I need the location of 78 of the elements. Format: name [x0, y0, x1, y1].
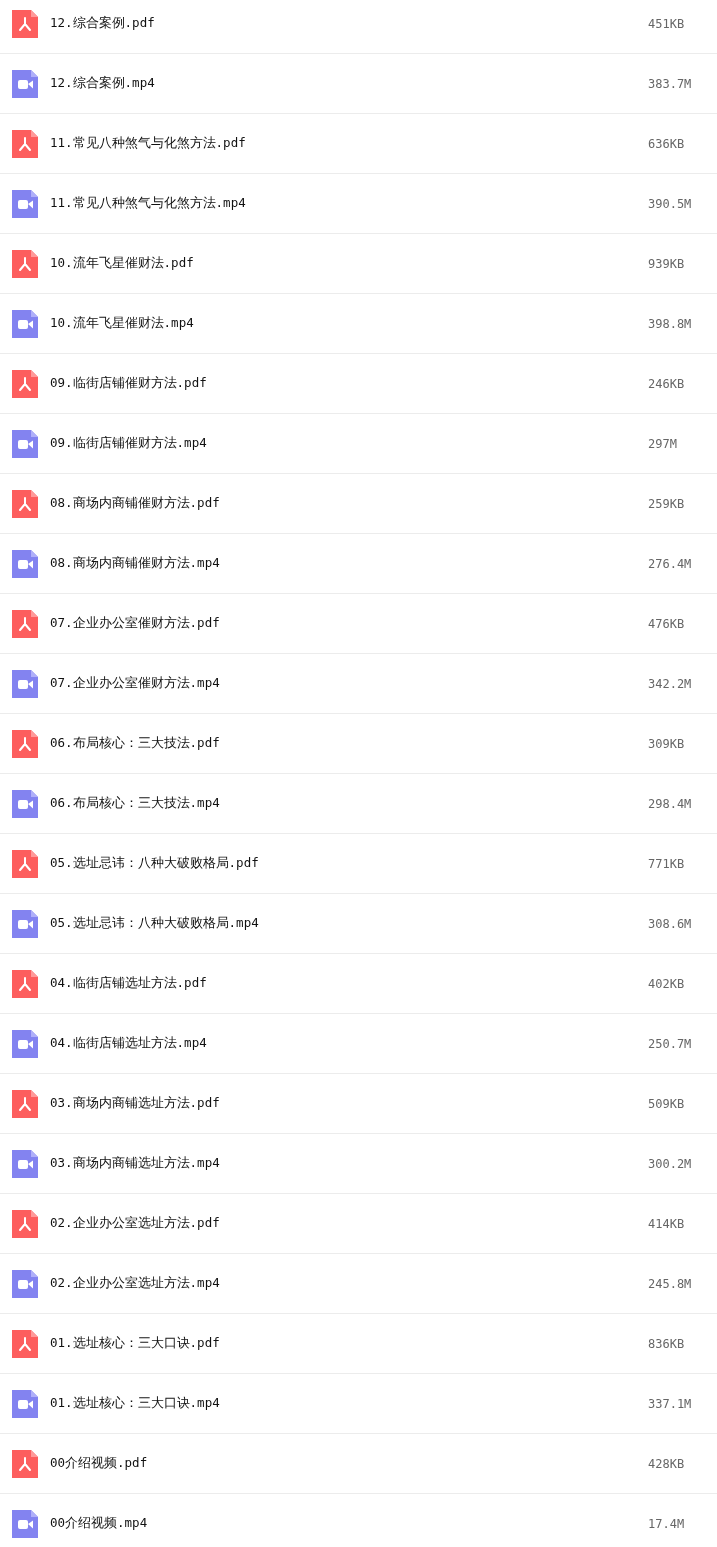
file-size: 246KB	[648, 376, 686, 391]
video-file-icon	[12, 549, 38, 578]
file-size: 636KB	[648, 136, 686, 151]
file-name[interactable]: 06.布局核心：三大技法.pdf	[50, 735, 648, 752]
file-name[interactable]: 12.综合案例.pdf	[50, 15, 648, 32]
file-size: 939KB	[648, 256, 686, 271]
pdf-file-icon	[12, 1329, 38, 1358]
video-file-icon	[12, 1029, 38, 1058]
file-size: 297M	[648, 436, 678, 451]
pdf-file-icon	[12, 609, 38, 638]
file-size: 259KB	[648, 496, 686, 511]
pdf-file-icon	[12, 489, 38, 518]
pdf-file-icon	[12, 9, 38, 38]
file-name[interactable]: 10.流年飞星催财法.pdf	[50, 255, 648, 272]
video-file-icon	[12, 309, 38, 338]
pdf-file-icon	[12, 1449, 38, 1478]
file-size: 771KB	[648, 856, 686, 871]
file-size: 308.6M	[648, 916, 693, 931]
video-file-icon	[12, 1509, 38, 1538]
file-size: 300.2M	[648, 1156, 693, 1171]
file-name[interactable]: 07.企业办公室催财方法.mp4	[50, 675, 648, 692]
file-name[interactable]: 08.商场内商铺催财方法.pdf	[50, 495, 648, 512]
file-size: 428KB	[648, 1456, 686, 1471]
video-file-icon	[12, 1269, 38, 1298]
file-size: 337.1M	[648, 1396, 693, 1411]
file-name[interactable]: 11.常见八种煞气与化煞方法.pdf	[50, 135, 648, 152]
file-name[interactable]: 05.选址忌讳：八种大破败格局.pdf	[50, 855, 648, 872]
video-file-icon	[12, 189, 38, 218]
file-size: 342.2M	[648, 676, 693, 691]
file-name[interactable]: 08.商场内商铺催财方法.mp4	[50, 555, 648, 572]
file-name[interactable]: 06.布局核心：三大技法.mp4	[50, 795, 648, 812]
file-name[interactable]: 02.企业办公室选址方法.pdf	[50, 1215, 648, 1232]
video-file-icon	[12, 1389, 38, 1418]
file-size: 383.7M	[648, 76, 693, 91]
file-size: 509KB	[648, 1096, 686, 1111]
file-name[interactable]: 00介绍视频.mp4	[50, 1515, 648, 1532]
video-file-icon	[12, 909, 38, 938]
pdf-file-icon	[12, 129, 38, 158]
file-name[interactable]: 02.企业办公室选址方法.mp4	[50, 1275, 648, 1292]
file-name[interactable]: 09.临街店铺催财方法.mp4	[50, 435, 648, 452]
file-name[interactable]: 03.商场内商铺选址方法.pdf	[50, 1095, 648, 1112]
pdf-file-icon	[12, 249, 38, 278]
video-file-icon	[12, 429, 38, 458]
file-name[interactable]: 01.选址核心：三大口诀.pdf	[50, 1335, 648, 1352]
video-file-icon	[12, 1149, 38, 1178]
file-size: 402KB	[648, 976, 686, 991]
file-name[interactable]: 07.企业办公室催财方法.pdf	[50, 615, 648, 632]
file-size: 414KB	[648, 1216, 686, 1231]
file-size: 245.8M	[648, 1276, 693, 1291]
file-name[interactable]: 05.选址忌讳：八种大破败格局.mp4	[50, 915, 648, 932]
file-name[interactable]: 10.流年飞星催财法.mp4	[50, 315, 648, 332]
file-name[interactable]: 12.综合案例.mp4	[50, 75, 648, 92]
file-size: 17.4M	[648, 1516, 686, 1531]
file-size: 398.8M	[648, 316, 693, 331]
file-size: 476KB	[648, 616, 686, 631]
file-name[interactable]: 00介绍视频.pdf	[50, 1455, 648, 1472]
file-name[interactable]: 03.商场内商铺选址方法.mp4	[50, 1155, 648, 1172]
video-file-icon	[12, 789, 38, 818]
pdf-file-icon	[12, 729, 38, 758]
file-size: 836KB	[648, 1336, 686, 1351]
file-name[interactable]: 04.临街店铺选址方法.mp4	[50, 1035, 648, 1052]
file-size: 276.4M	[648, 556, 693, 571]
file-name[interactable]: 11.常见八种煞气与化煞方法.mp4	[50, 195, 648, 212]
pdf-file-icon	[12, 1089, 38, 1118]
pdf-file-icon	[12, 1209, 38, 1238]
file-size: 298.4M	[648, 796, 693, 811]
file-name[interactable]: 04.临街店铺选址方法.pdf	[50, 975, 648, 992]
file-size: 250.7M	[648, 1036, 693, 1051]
file-size: 451KB	[648, 16, 686, 31]
file-size: 309KB	[648, 736, 686, 751]
pdf-file-icon	[12, 849, 38, 878]
file-size: 390.5M	[648, 196, 693, 211]
pdf-file-icon	[12, 369, 38, 398]
video-file-icon	[12, 69, 38, 98]
video-file-icon	[12, 669, 38, 698]
file-name[interactable]: 01.选址核心：三大口诀.mp4	[50, 1395, 648, 1412]
file-name[interactable]: 09.临街店铺催财方法.pdf	[50, 375, 648, 392]
pdf-file-icon	[12, 969, 38, 998]
